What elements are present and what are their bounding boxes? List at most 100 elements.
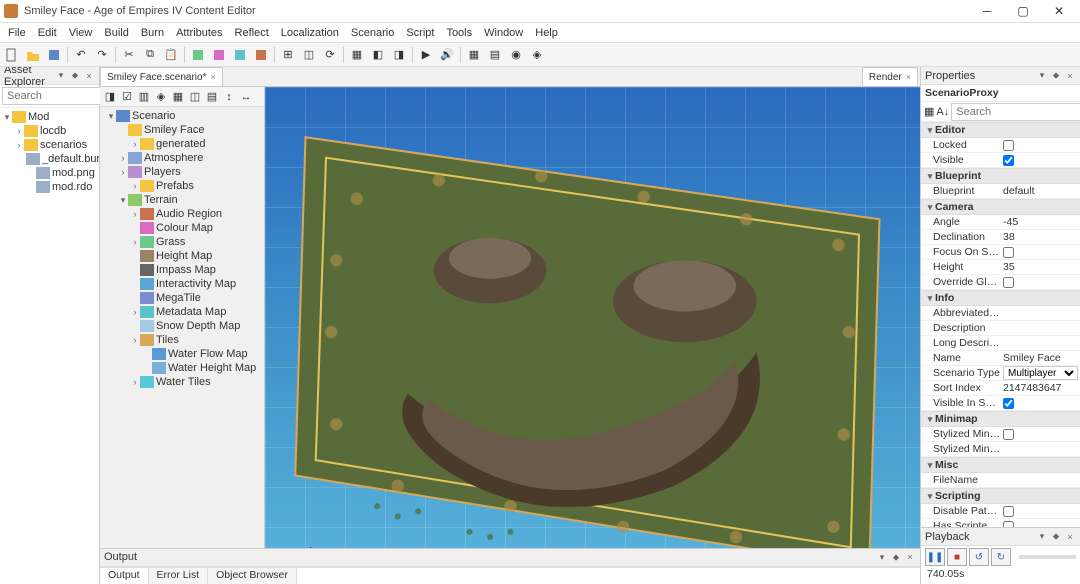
panel-close-icon[interactable]: × [1064,70,1076,82]
scenario-item[interactable]: ›Tiles [102,333,262,347]
tb-save[interactable] [44,45,64,65]
scenario-item[interactable]: Impass Map [102,263,262,277]
prop-value[interactable]: default [1003,185,1035,197]
playback-pause-button[interactable]: ❚❚ [925,548,945,566]
asset-item[interactable]: ›scenarios [2,138,97,152]
tab-close-icon[interactable]: × [210,72,215,82]
prop-checkbox[interactable] [1003,429,1014,440]
prop-checkbox[interactable] [1003,247,1014,258]
menu-script[interactable]: Script [400,25,440,41]
scenario-item[interactable]: ›Players [102,165,262,179]
scenario-item[interactable]: Water Flow Map [102,347,262,361]
scenario-item[interactable]: Colour Map [102,221,262,235]
props-sort-icon[interactable]: A↓ [936,104,949,120]
scenario-item[interactable]: ›Metadata Map [102,305,262,319]
tb-tool-3[interactable] [230,45,250,65]
tb-redo[interactable]: ↷ [92,45,112,65]
prop-value[interactable]: 35 [1003,261,1015,273]
prop-section[interactable]: ▾Info [921,290,1080,306]
menu-burn[interactable]: Burn [135,25,170,41]
panel-pin-icon[interactable]: ⬥ [1050,70,1062,82]
tb-layers[interactable]: ▤ [485,45,505,65]
tb-settings[interactable]: ◈ [527,45,547,65]
menu-attributes[interactable]: Attributes [170,25,228,41]
tb-paste[interactable]: 📋 [161,45,181,65]
scenario-item[interactable]: ▾Terrain [102,193,262,207]
tb-camera[interactable]: ◉ [506,45,526,65]
playback-loop-button[interactable]: ↻ [991,548,1011,566]
scenario-item[interactable]: ›Water Tiles [102,375,262,389]
st-tool-1[interactable]: ◨ [102,89,118,105]
prop-checkbox[interactable] [1003,277,1014,288]
st-tool-4[interactable]: ◈ [153,89,169,105]
asset-item[interactable]: mod.png [2,166,97,180]
prop-value[interactable]: -45 [1003,216,1018,228]
tb-tool-5[interactable]: ⊞ [278,45,298,65]
prop-select[interactable]: Multiplayer [1003,366,1078,380]
tb-copy[interactable]: ⧉ [140,45,160,65]
st-tool-8[interactable]: ↕ [221,89,237,105]
tb-refresh[interactable]: ⟳ [320,45,340,65]
render-viewport[interactable] [265,87,920,548]
tb-tool-4[interactable] [251,45,271,65]
asset-item[interactable]: mod.rdo [2,180,97,194]
prop-value[interactable]: 38 [1003,231,1015,243]
panel-dropdown-icon[interactable]: ▾ [1036,531,1048,543]
st-tool-5[interactable]: ▦ [170,89,186,105]
btab-output[interactable]: Output [100,568,149,584]
tb-grid[interactable]: ▦ [464,45,484,65]
st-tool-7[interactable]: ▤ [204,89,220,105]
properties-list[interactable]: ▾EditorLockedVisible▾BlueprintBlueprintd… [921,122,1080,527]
menu-scenario[interactable]: Scenario [345,25,400,41]
panel-pin-icon[interactable]: ⬥ [69,70,81,82]
panel-close-icon[interactable]: × [904,551,916,563]
tab-render[interactable]: Render × [862,67,918,86]
asset-item[interactable]: ›locdb [2,124,97,138]
scenario-item[interactable]: Smiley Face [102,123,262,137]
tree-root[interactable]: ▾ Mod [2,110,97,124]
menu-view[interactable]: View [63,25,99,41]
prop-section[interactable]: ▾Misc [921,457,1080,473]
prop-checkbox[interactable] [1003,506,1014,517]
scenario-item[interactable]: ›Prefabs [102,179,262,193]
asset-item[interactable]: _default.burnproj [2,152,97,166]
tb-tool-7[interactable]: ▦ [347,45,367,65]
btab-errorlist[interactable]: Error List [149,568,209,584]
tb-audio[interactable]: 🔊 [437,45,457,65]
playback-slider[interactable] [1019,555,1076,559]
prop-section[interactable]: ▾Minimap [921,411,1080,427]
st-tool-6[interactable]: ◫ [187,89,203,105]
prop-section[interactable]: ▾Camera [921,199,1080,215]
scenario-item[interactable]: Interactivity Map [102,277,262,291]
st-tool-9[interactable]: ↔ [238,89,254,105]
prop-section[interactable]: ▾Scripting [921,488,1080,504]
panel-close-icon[interactable]: × [1064,531,1076,543]
properties-search-input[interactable] [951,103,1080,121]
tb-new[interactable] [2,45,22,65]
scenario-item[interactable]: ›Audio Region [102,207,262,221]
prop-section[interactable]: ▾Blueprint [921,168,1080,184]
panel-dropdown-icon[interactable]: ▾ [55,70,67,82]
tab-scenario[interactable]: Smiley Face.scenario* × [100,67,223,86]
scenario-item[interactable]: Water Height Map [102,361,262,375]
maximize-button[interactable]: ▢ [1006,1,1040,21]
prop-value[interactable]: 2147483647 [1003,382,1061,394]
scenario-item[interactable]: MegaTile [102,291,262,305]
tab-close-icon[interactable]: × [906,72,911,82]
close-button[interactable]: ✕ [1042,1,1076,21]
prop-checkbox[interactable] [1003,398,1014,409]
prop-section[interactable]: ▾Editor [921,122,1080,138]
scenario-item[interactable]: ›generated [102,137,262,151]
prop-checkbox[interactable] [1003,140,1014,151]
prop-value[interactable]: Smiley Face [1003,352,1061,364]
menu-build[interactable]: Build [98,25,134,41]
panel-dropdown-icon[interactable]: ▾ [876,551,888,563]
panel-dropdown-icon[interactable]: ▾ [1036,70,1048,82]
menu-edit[interactable]: Edit [32,25,63,41]
scenario-tree[interactable]: ▾ScenarioSmiley Face›generated›Atmospher… [100,107,264,548]
props-categorize-icon[interactable]: ▦ [924,104,934,120]
panel-pin-icon[interactable]: ⬥ [890,551,902,563]
scenario-item[interactable]: Snow Depth Map [102,319,262,333]
scenario-item[interactable]: ›Grass [102,235,262,249]
playback-restart-button[interactable]: ↺ [969,548,989,566]
